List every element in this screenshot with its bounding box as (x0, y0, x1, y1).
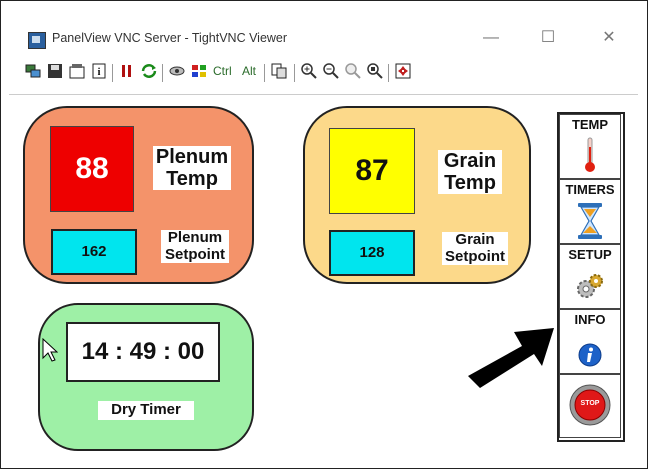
plenum-setpoint-label: Plenum Setpoint (161, 229, 229, 263)
new-connection-icon[interactable] (24, 62, 42, 82)
ctrl-key-button[interactable]: Ctrl (213, 64, 232, 78)
zoom-in-icon[interactable] (300, 62, 318, 82)
setup-nav-button[interactable]: SETUP (559, 244, 621, 309)
zoom-actual-icon[interactable] (344, 62, 362, 82)
mouse-cursor-icon (42, 338, 58, 362)
remote-screen-divider (9, 94, 638, 95)
send-ctrl-alt-del-icon[interactable] (168, 62, 186, 82)
vnc-toolbar: i Ctrl Alt (24, 62, 564, 86)
dry-timer-panel: 14 : 49 : 00 Dry Timer (38, 303, 254, 451)
transfer-files-icon[interactable] (270, 62, 288, 82)
grain-temp-value: 87 (329, 128, 415, 214)
info-icon (578, 343, 602, 367)
alt-key-button[interactable]: Alt (242, 64, 256, 78)
pointer-arrow-icon (468, 328, 554, 388)
gears-icon (577, 274, 603, 298)
send-win-key-icon[interactable] (190, 62, 208, 82)
hmi-nav-column: TEMP TIMERS SETUP INFO STOP (557, 112, 625, 442)
grain-setpoint-label: Grain Setpoint (442, 231, 508, 265)
temp-nav-button[interactable]: TEMP (559, 114, 621, 179)
thermometer-icon (585, 137, 595, 172)
stop-nav-button[interactable]: STOP (559, 374, 621, 438)
info-nav-button[interactable]: INFO (559, 309, 621, 374)
close-button[interactable]: ✕ (594, 26, 624, 50)
options-icon[interactable] (68, 62, 86, 82)
fullscreen-icon[interactable] (394, 62, 412, 82)
window-title: PanelView VNC Server - TightVNC Viewer (52, 31, 288, 45)
maximize-button[interactable]: ☐ (533, 26, 563, 50)
pause-icon[interactable] (118, 62, 136, 82)
dry-timer-value[interactable]: 14 : 49 : 00 (66, 322, 220, 382)
save-icon[interactable] (46, 62, 64, 82)
plenum-temp-label: Plenum Temp (153, 146, 231, 190)
zoom-auto-icon[interactable] (366, 62, 384, 82)
zoom-out-icon[interactable] (322, 62, 340, 82)
minimize-button[interactable]: — (476, 26, 506, 50)
plenum-setpoint-field[interactable]: 162 (51, 229, 137, 275)
refresh-icon[interactable] (140, 62, 158, 82)
grain-panel: 87 Grain Temp 128 Grain Setpoint (303, 106, 531, 284)
hourglass-icon (578, 203, 602, 239)
grain-setpoint-field[interactable]: 128 (329, 230, 415, 276)
grain-temp-label: Grain Temp (438, 150, 502, 194)
timers-nav-button[interactable]: TIMERS (559, 179, 621, 244)
plenum-temp-value: 88 (50, 126, 134, 212)
info-document-icon[interactable]: i (90, 62, 108, 82)
vnc-app-icon (28, 32, 46, 49)
svg-text:i: i (98, 67, 101, 78)
stop-label: STOP (580, 400, 600, 407)
plenum-panel: 88 Plenum Temp 162 Plenum Setpoint (23, 106, 254, 284)
dry-timer-label: Dry Timer (98, 401, 194, 420)
